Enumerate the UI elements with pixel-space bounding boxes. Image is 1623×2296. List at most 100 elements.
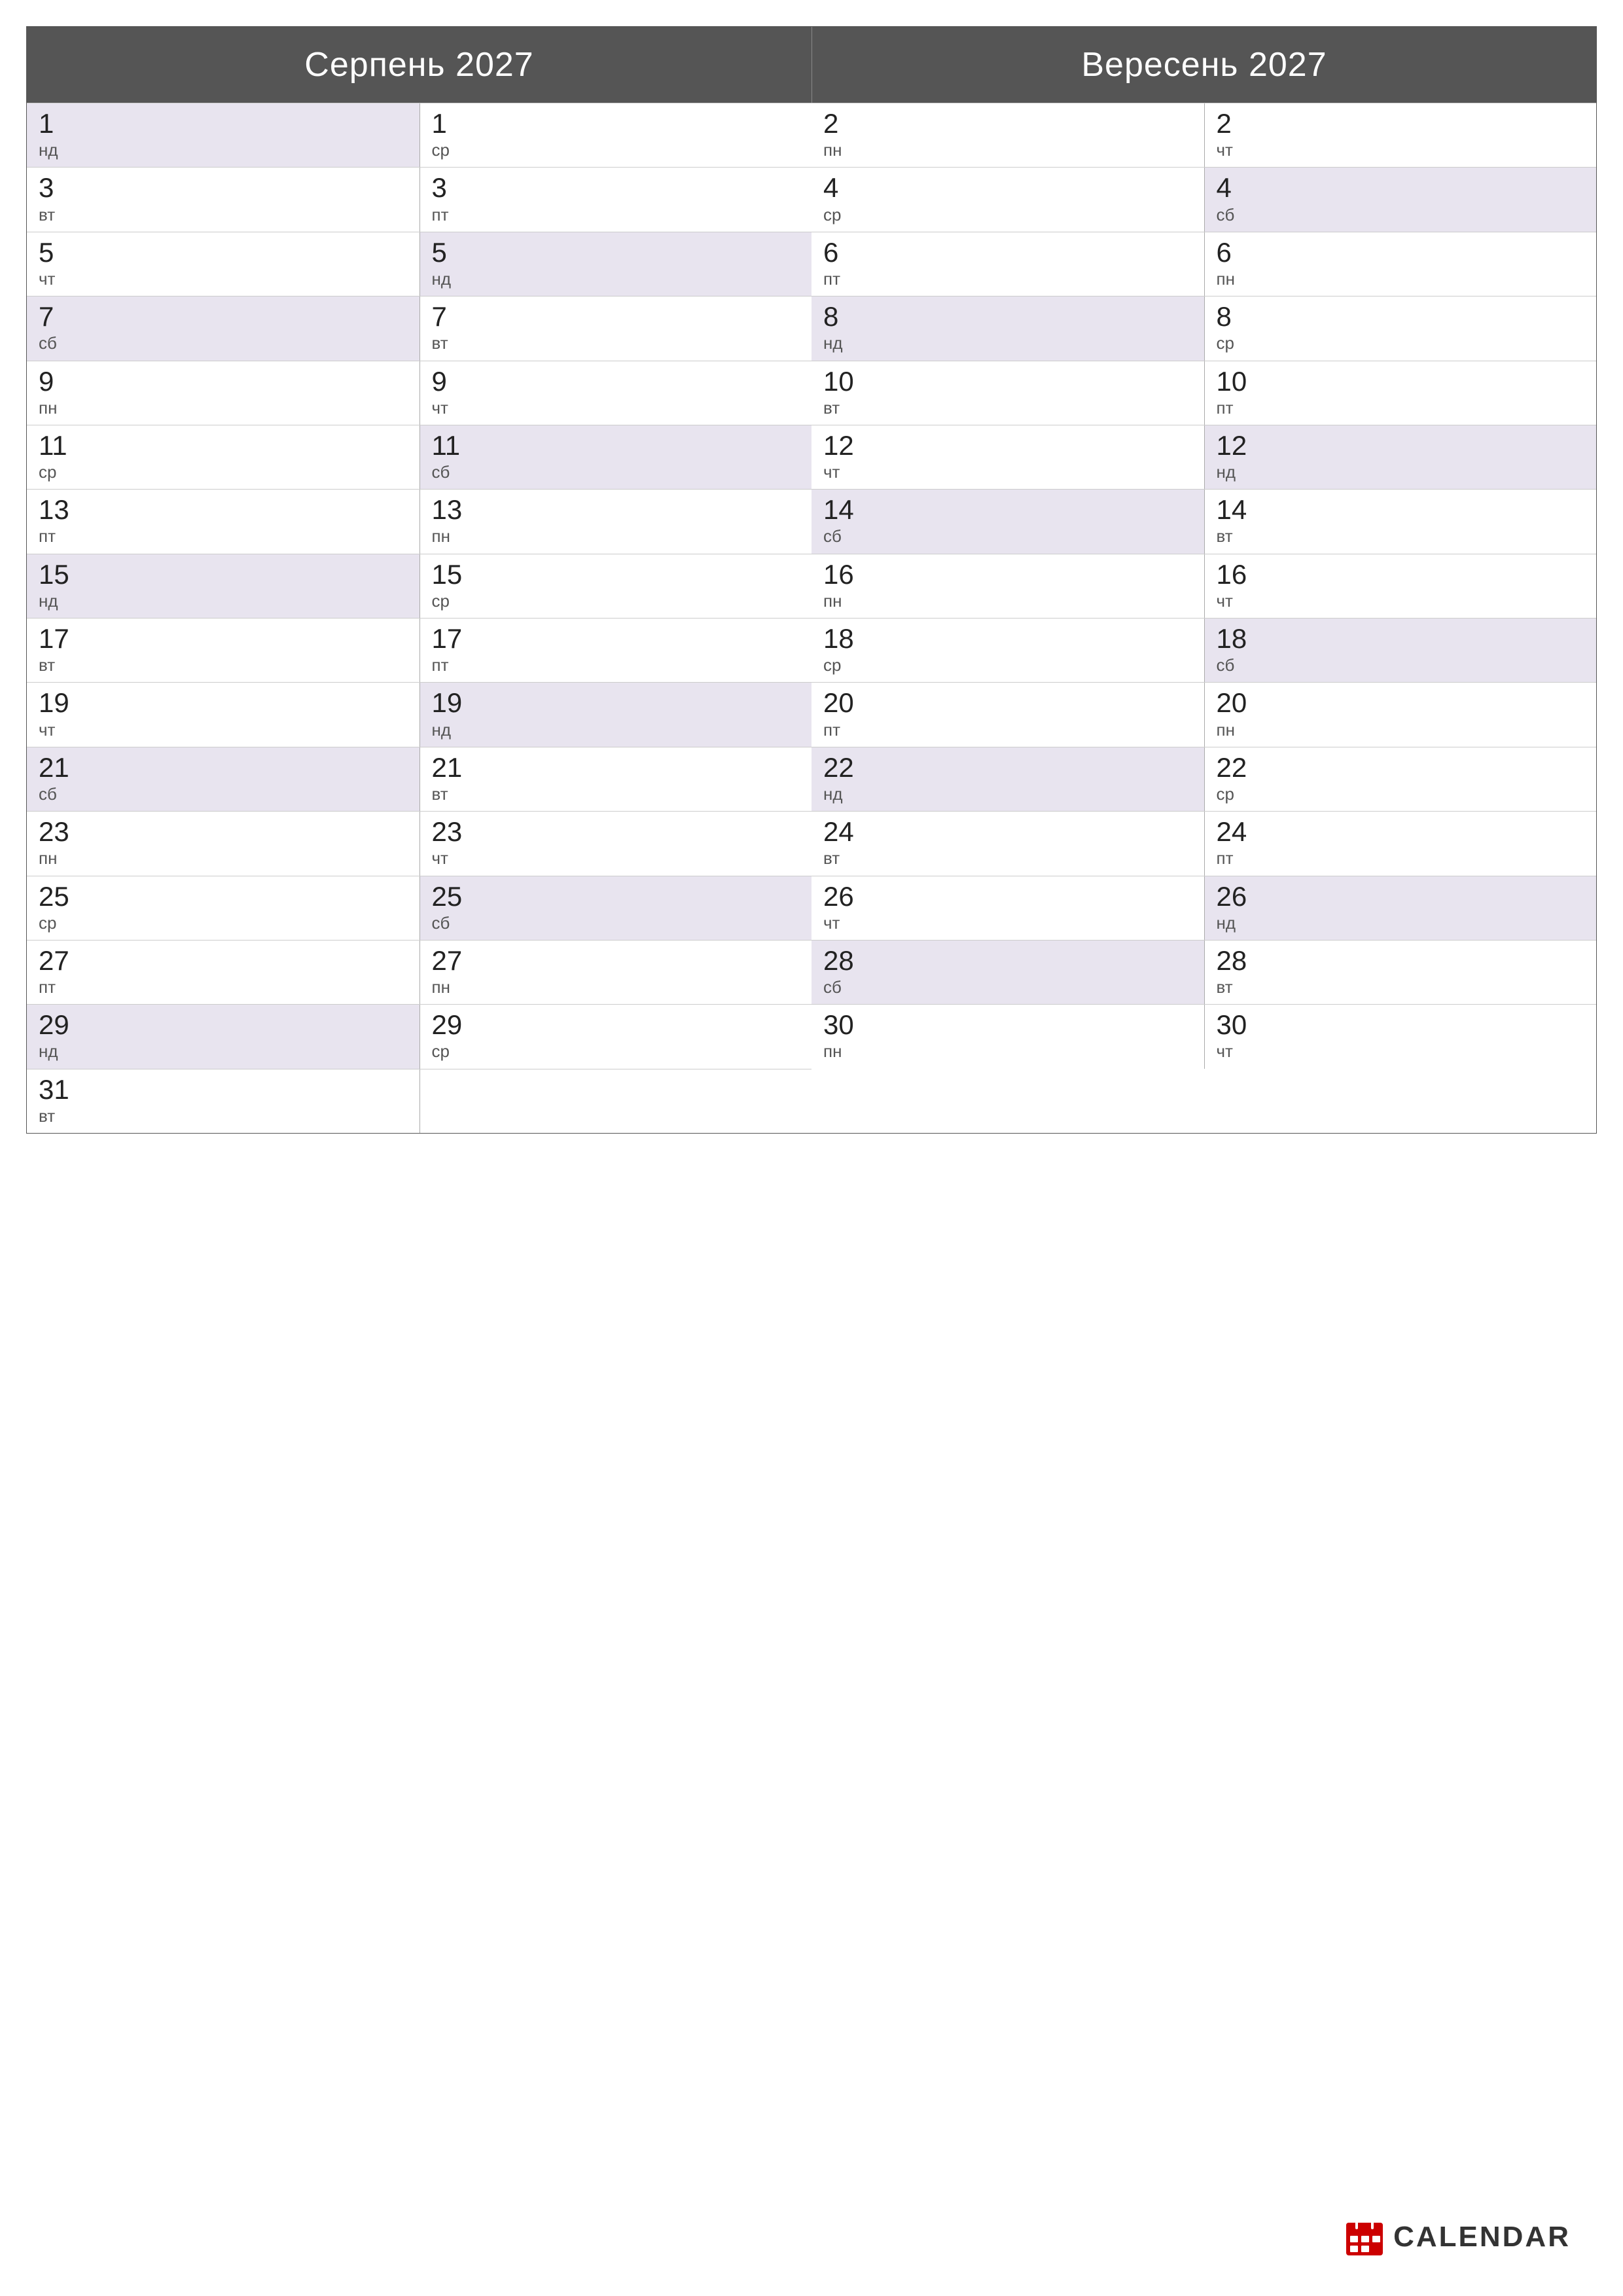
- day-cell-september-27: 27пн: [419, 941, 812, 1004]
- day-name: ср: [823, 655, 1192, 675]
- day-cell-september-3: 3пт: [419, 168, 812, 231]
- day-cell-september-7: 7вт: [419, 296, 812, 360]
- logo-text: CALENDAR: [1393, 2221, 1571, 2253]
- day-row: 19чт19нд: [27, 682, 812, 746]
- day-row: 25ср25сб: [27, 876, 812, 940]
- day-cell-september-4: 4сб: [1204, 168, 1597, 231]
- day-cell-september-1: 1ср: [419, 103, 812, 167]
- day-cell-september-9: 9чт: [419, 361, 812, 425]
- day-row: 10вт10пт: [812, 361, 1596, 425]
- day-name: вт: [39, 1106, 408, 1126]
- day-number: 8: [1217, 302, 1585, 332]
- day-cell-august-15: 15нд: [27, 554, 419, 618]
- day-number: 7: [39, 302, 408, 332]
- day-number: 18: [1217, 624, 1585, 654]
- day-row: 5чт5нд: [27, 232, 812, 296]
- day-cell-september-17: 17пт: [419, 619, 812, 682]
- day-name: вт: [39, 205, 408, 225]
- day-row: 23пн23чт: [27, 811, 812, 875]
- day-cell-august-14: 14сб: [812, 490, 1204, 553]
- day-cell-august-16: 16пн: [812, 554, 1204, 618]
- day-row: 28сб28вт: [812, 940, 1596, 1004]
- day-number: 25: [39, 882, 408, 912]
- day-cell-august-4: 4ср: [812, 168, 1204, 231]
- day-number: 11: [39, 431, 408, 461]
- day-name: вт: [432, 333, 800, 353]
- day-cell-august-12: 12чт: [812, 425, 1204, 489]
- month-header-september: Вересень 2027: [812, 27, 1596, 103]
- day-number: 31: [39, 1075, 408, 1105]
- day-cell-september-18: 18сб: [1204, 619, 1597, 682]
- day-name: чт: [39, 720, 408, 740]
- day-cell-august-13: 13пт: [27, 490, 419, 553]
- day-number: 29: [432, 1010, 800, 1040]
- day-number: 26: [823, 882, 1192, 912]
- day-cell-august-7: 7сб: [27, 296, 419, 360]
- day-name: чт: [1217, 140, 1585, 160]
- day-number: 23: [432, 817, 800, 847]
- day-cell-september-23: 23чт: [419, 812, 812, 875]
- day-name: нд: [39, 591, 408, 611]
- day-number: 15: [432, 560, 800, 590]
- day-number: 9: [39, 367, 408, 397]
- day-name: ср: [39, 462, 408, 482]
- day-number: 9: [432, 367, 800, 397]
- day-name: нд: [1217, 462, 1585, 482]
- day-name: нд: [1217, 913, 1585, 933]
- day-cell-september-5: 5нд: [419, 232, 812, 296]
- day-name: сб: [39, 784, 408, 804]
- day-name: нд: [432, 720, 800, 740]
- day-cell-august-10: 10вт: [812, 361, 1204, 425]
- day-row: 27пт27пн: [27, 940, 812, 1004]
- day-cell-september-28: 28вт: [1204, 941, 1597, 1004]
- day-row: 29нд29ср: [27, 1004, 812, 1068]
- day-name: пт: [1217, 848, 1585, 869]
- day-number: 20: [1217, 688, 1585, 718]
- day-number: 28: [823, 946, 1192, 976]
- day-name: пн: [432, 526, 800, 547]
- day-cell-september-13: 13пн: [419, 490, 812, 553]
- day-cell-september-30: 30чт: [1204, 1005, 1597, 1068]
- calendar-page: Серпень 2027Вересень 20271нд1ср2пн2чт3вт…: [0, 0, 1623, 2296]
- day-row: 18ср18сб: [812, 618, 1596, 682]
- day-number: 30: [1217, 1010, 1585, 1040]
- day-cell-september-14: 14вт: [1204, 490, 1597, 553]
- day-name: ср: [432, 591, 800, 611]
- day-number: 15: [39, 560, 408, 590]
- day-number: 4: [823, 173, 1192, 203]
- day-cell-august-26: 26чт: [812, 876, 1204, 940]
- day-number: 25: [432, 882, 800, 912]
- day-name: нд: [39, 140, 408, 160]
- day-number: 20: [823, 688, 1192, 718]
- day-number: 10: [1217, 367, 1585, 397]
- day-name: чт: [1217, 1041, 1585, 1062]
- day-name: чт: [823, 913, 1192, 933]
- day-name: вт: [823, 398, 1192, 418]
- day-cell-september-6: 6пн: [1204, 232, 1597, 296]
- calendar-grid: Серпень 2027Вересень 20271нд1ср2пн2чт3вт…: [26, 26, 1597, 1134]
- day-number: 1: [432, 109, 800, 139]
- day-cell-august-18: 18ср: [812, 619, 1204, 682]
- day-row: 31вт: [27, 1069, 812, 1133]
- day-name: ср: [432, 140, 800, 160]
- day-row: 21сб21вт: [27, 747, 812, 811]
- day-cell-august-22: 22нд: [812, 747, 1204, 811]
- day-cell-september-26: 26нд: [1204, 876, 1597, 940]
- day-name: нд: [39, 1041, 408, 1062]
- day-cell-august-30: 30пн: [812, 1005, 1204, 1068]
- day-name: вт: [1217, 526, 1585, 547]
- day-number: 6: [823, 238, 1192, 268]
- day-number: 27: [39, 946, 408, 976]
- day-name: пн: [1217, 269, 1585, 289]
- day-number: 22: [823, 753, 1192, 783]
- day-name: сб: [823, 526, 1192, 547]
- day-name: пн: [39, 398, 408, 418]
- day-cell-august-31: 31вт: [27, 1069, 419, 1133]
- day-row: 26чт26нд: [812, 876, 1596, 940]
- day-cell-august-9: 9пн: [27, 361, 419, 425]
- day-cell-september-10: 10пт: [1204, 361, 1597, 425]
- day-cell-september-24: 24пт: [1204, 812, 1597, 875]
- day-name: нд: [823, 784, 1192, 804]
- calendar-logo: CALENDAR: [1345, 2217, 1571, 2257]
- day-name: нд: [823, 333, 1192, 353]
